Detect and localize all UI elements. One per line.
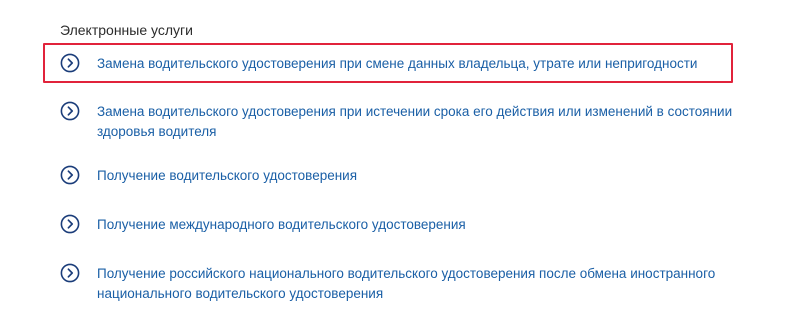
service-item-replace-license-expiry[interactable]: Замена водительского удостоверения при и… [60,101,737,142]
service-link-label[interactable]: Замена водительского удостоверения при с… [97,54,737,74]
chevron-right-circle-icon [60,165,80,185]
chevron-right-circle-icon [60,101,80,121]
chevron-right-circle-icon [60,263,80,283]
service-item-obtain-license[interactable]: Получение водительского удостоверения [60,165,737,186]
service-link-label[interactable]: Получение российского национального води… [97,264,737,304]
service-item-international-license[interactable]: Получение международного водительского у… [60,214,737,235]
electronic-services-section: Электронные услуги Замена водительского … [0,0,800,330]
service-link-label[interactable]: Замена водительского удостоверения при и… [97,102,737,142]
section-title: Электронные услуги [60,22,193,38]
service-link-label[interactable]: Получение международного водительского у… [97,215,737,235]
service-item-exchange-foreign-license[interactable]: Получение российского национального води… [60,263,737,304]
chevron-right-circle-icon [60,214,80,234]
service-link-label[interactable]: Получение водительского удостоверения [97,166,737,186]
chevron-right-circle-icon [60,53,80,73]
service-item-replace-license-data-change[interactable]: Замена водительского удостоверения при с… [60,53,737,74]
